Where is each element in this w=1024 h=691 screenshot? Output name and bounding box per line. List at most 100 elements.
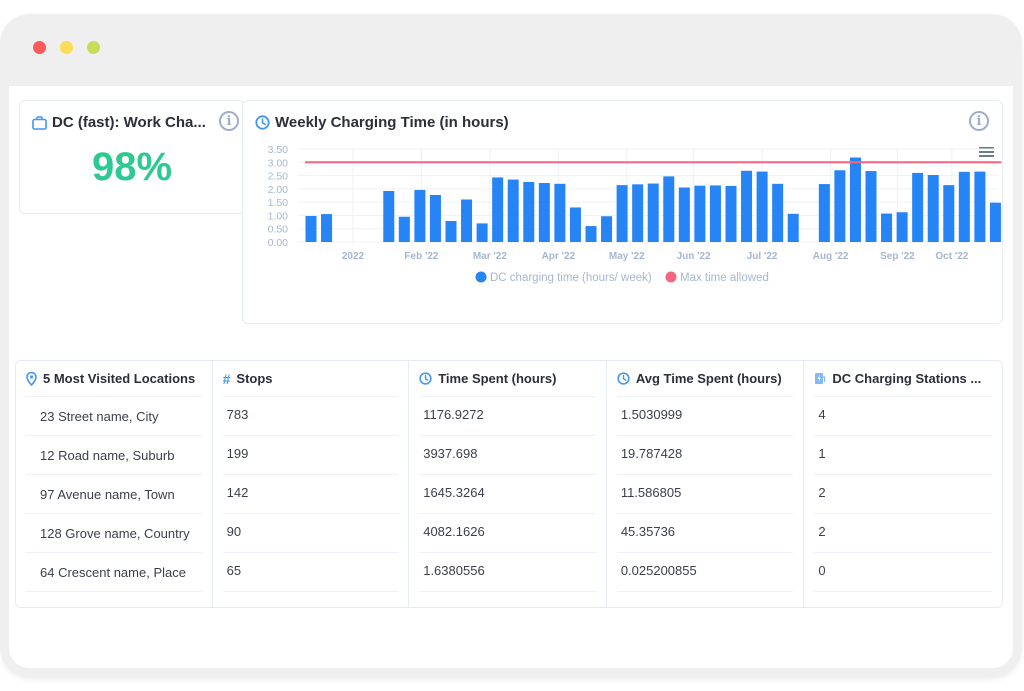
column-header[interactable]: Time Spent (hours) xyxy=(419,361,596,397)
x-tick-label: Aug '22 xyxy=(813,251,849,262)
dashboard-content: DC (fast): Work Cha... i 98% Weekly Char… xyxy=(9,86,1013,668)
x-tick-label: Mar '22 xyxy=(473,251,508,262)
column-header[interactable]: # Stops xyxy=(222,361,399,397)
column-header-label: Stops xyxy=(236,371,273,386)
bar xyxy=(927,175,939,242)
clock-icon xyxy=(617,372,630,385)
bar xyxy=(958,171,970,242)
table-cell: 4 xyxy=(814,397,992,436)
table-cell: 90 xyxy=(222,514,399,553)
column-header-label: DC Charging Stations ... xyxy=(832,371,982,386)
bar xyxy=(881,213,893,242)
bar xyxy=(398,216,410,242)
x-tick-label: Oct '22 xyxy=(935,251,968,262)
x-tick-label: 2022 xyxy=(342,251,365,262)
bar xyxy=(507,179,519,242)
bar xyxy=(538,183,550,242)
table-column: # Stops 783 199 142 90 65 xyxy=(213,361,410,607)
legend-marker-max xyxy=(665,271,677,283)
kpi-title: DC (fast): Work Cha... xyxy=(32,114,206,131)
table-cell: 19.787428 xyxy=(616,436,794,475)
bar xyxy=(741,170,753,242)
table-column: DC Charging Stations ... 4 1 2 2 0 xyxy=(804,361,1002,607)
table-cell: 45.35736 xyxy=(616,514,794,553)
table-cell: 1.5030999 xyxy=(616,397,794,436)
map-pin-icon xyxy=(26,371,37,386)
column-header[interactable]: Avg Time Spent (hours) xyxy=(616,361,794,397)
column-header-label: 5 Most Visited Locations xyxy=(43,371,196,386)
hash-icon: # xyxy=(222,370,231,387)
bar xyxy=(476,223,488,242)
table-cell: 1 xyxy=(814,436,992,475)
legend-marker-dc xyxy=(475,271,487,283)
x-tick-label: May '22 xyxy=(609,251,645,262)
window-maximize-button[interactable] xyxy=(87,41,100,54)
table-cell: 2 xyxy=(814,514,992,553)
bar xyxy=(834,170,846,242)
bar xyxy=(787,213,799,242)
y-tick-label: 2.00 xyxy=(268,184,289,196)
table-cell: 783 xyxy=(222,397,399,436)
y-tick-label: 1.00 xyxy=(268,210,289,222)
window-minimize-button[interactable] xyxy=(60,41,73,54)
table-cell: 0.025200855 xyxy=(616,553,794,592)
table-cell: 3937.698 xyxy=(419,436,596,475)
clock-icon xyxy=(419,372,432,385)
legend-label-max: Max time allowed xyxy=(680,272,769,284)
bar xyxy=(414,189,426,242)
bar xyxy=(383,190,395,242)
bar xyxy=(974,171,986,242)
bar xyxy=(896,212,908,242)
bar xyxy=(694,185,706,242)
column-header-label: Time Spent (hours) xyxy=(438,371,557,386)
table-column: 5 Most Visited Locations 23 Street name, … xyxy=(16,361,213,607)
window-close-button[interactable] xyxy=(33,41,46,54)
column-header[interactable]: DC Charging Stations ... xyxy=(814,361,992,397)
bar xyxy=(616,185,628,242)
bar xyxy=(943,185,955,242)
bar xyxy=(818,184,830,242)
bar xyxy=(756,171,768,242)
table-cell: 128 Grove name, Country xyxy=(26,514,202,553)
column-header-label: Avg Time Spent (hours) xyxy=(635,371,782,386)
table-cell: 1.6380556 xyxy=(419,553,596,592)
bar xyxy=(989,202,1001,242)
column-header[interactable]: 5 Most Visited Locations xyxy=(26,361,202,397)
x-tick-label: Sep '22 xyxy=(880,251,915,262)
bar xyxy=(585,226,597,242)
table-cell: 4082.1626 xyxy=(419,514,596,553)
bar xyxy=(569,207,581,242)
y-tick-label: 0.00 xyxy=(268,237,289,249)
chart-card: Weekly Charging Time (in hours) i 0.00 0.… xyxy=(242,100,1003,324)
bar xyxy=(772,183,784,242)
bar xyxy=(461,199,473,242)
table-cell: 142 xyxy=(222,475,399,514)
y-tick-label: 0.50 xyxy=(268,224,289,236)
table-cell: 64 Crescent name, Place xyxy=(26,553,202,592)
table-cell: 11.586805 xyxy=(616,475,794,514)
y-tick-label: 1.50 xyxy=(268,197,289,209)
y-tick-label: 3.50 xyxy=(268,144,289,156)
kpi-title-text: DC (fast): Work Cha... xyxy=(52,114,206,131)
app-window: DC (fast): Work Cha... i 98% Weekly Char… xyxy=(0,14,1022,678)
bar xyxy=(912,172,924,242)
x-tick-label: Jul '22 xyxy=(747,251,778,262)
legend-label-dc: DC charging time (hours/ week) xyxy=(490,272,652,284)
table-cell: 1645.3264 xyxy=(419,475,596,514)
table-cell: 65 xyxy=(222,553,399,592)
bar xyxy=(445,221,457,242)
info-icon[interactable]: i xyxy=(219,111,239,131)
x-tick-label: Feb '22 xyxy=(404,251,438,262)
bar xyxy=(632,184,644,242)
table-cell: 199 xyxy=(222,436,399,475)
charging-station-icon xyxy=(814,372,826,385)
bar-chart: 0.000.50 1.001.502.002.50 3.003.50 2022 Feb … xyxy=(268,144,1002,284)
briefcase-icon xyxy=(32,115,47,130)
x-tick-label: Apr '22 xyxy=(542,251,576,262)
bar xyxy=(429,194,441,242)
bar xyxy=(492,177,504,242)
kpi-card: DC (fast): Work Cha... i 98% xyxy=(19,100,245,214)
bar xyxy=(865,171,877,242)
table-column: Avg Time Spent (hours) 1.5030999 19.787428… xyxy=(607,361,805,607)
locations-table: 5 Most Visited Locations 23 Street name, … xyxy=(15,360,1003,608)
